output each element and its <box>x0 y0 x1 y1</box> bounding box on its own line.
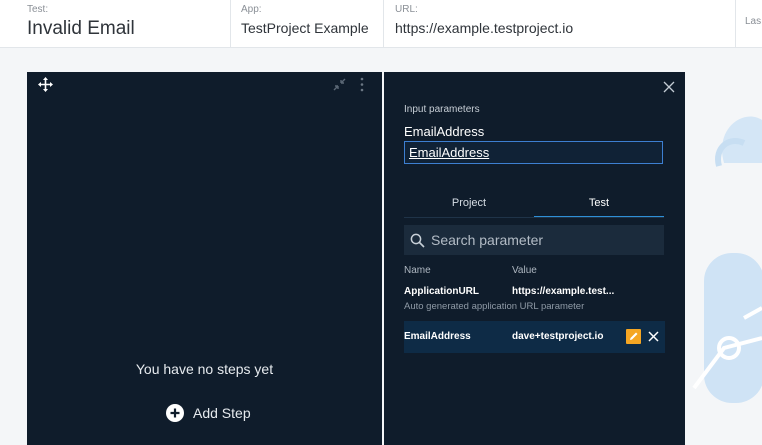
empty-steps-message: You have no steps yet <box>135 361 274 377</box>
move-icon[interactable] <box>37 76 54 93</box>
add-step-button[interactable]: Add Step <box>166 402 251 424</box>
tabs-divider <box>404 217 664 218</box>
parameter-row-value: dave+testproject.io <box>512 331 604 342</box>
parameter-row-value: https://example.test... <box>512 286 615 297</box>
plus-circle-icon <box>166 404 184 422</box>
column-header-value: Value <box>512 265 537 276</box>
edit-icon[interactable] <box>626 329 641 344</box>
close-icon[interactable] <box>663 81 675 93</box>
tab-test[interactable]: Test <box>534 190 664 218</box>
delete-icon[interactable] <box>648 331 659 342</box>
header-divider <box>383 0 384 47</box>
add-step-label: Add Step <box>193 405 251 421</box>
search-parameter-input[interactable]: Search parameter <box>404 225 664 255</box>
test-header: Test: Invalid Email App: TestProject Exa… <box>0 0 762 48</box>
panel-title: Input parameters <box>404 104 480 115</box>
parameter-tabs: Project Test <box>404 190 664 218</box>
test-name-cell: Test: Invalid Email <box>27 0 227 47</box>
parameter-name-input-value: EmailAddress <box>409 145 490 160</box>
app-label: App: <box>241 4 262 15</box>
input-parameters-panel: Input parameters EmailAddress EmailAddre… <box>384 72 685 445</box>
kebab-icon[interactable] <box>359 77 365 92</box>
test-label: Test: <box>27 4 49 15</box>
parameter-row-description: Auto generated application URL parameter <box>404 301 585 312</box>
search-icon <box>410 233 425 248</box>
last-cell: Las <box>745 0 762 47</box>
parameter-row-name[interactable]: ApplicationURL <box>404 286 479 297</box>
url-label: URL: <box>395 4 418 15</box>
column-header-name: Name <box>404 265 431 276</box>
tab-project[interactable]: Project <box>404 190 534 216</box>
search-placeholder: Search parameter <box>431 232 544 248</box>
url-cell: URL: https://example.testproject.io <box>395 0 725 47</box>
steps-toolbar <box>27 72 382 96</box>
test-name: Invalid Email <box>27 18 135 39</box>
header-divider <box>230 0 231 47</box>
header-divider <box>735 0 736 47</box>
app-name: TestProject Example <box>241 20 369 36</box>
parameter-name-input[interactable]: EmailAddress <box>404 141 663 164</box>
steps-panel: You have no steps yet Add Step <box>27 72 382 445</box>
background-illustration <box>692 116 762 403</box>
parameter-row-selected[interactable]: EmailAddress dave+testproject.io <box>404 321 665 353</box>
url-value: https://example.testproject.io <box>395 20 574 36</box>
app-cell: App: TestProject Example <box>241 0 376 47</box>
parameter-name-label: EmailAddress <box>404 124 485 139</box>
parameter-row-name: EmailAddress <box>404 331 471 342</box>
last-label: Las <box>745 16 762 27</box>
collapse-icon[interactable] <box>333 78 346 91</box>
